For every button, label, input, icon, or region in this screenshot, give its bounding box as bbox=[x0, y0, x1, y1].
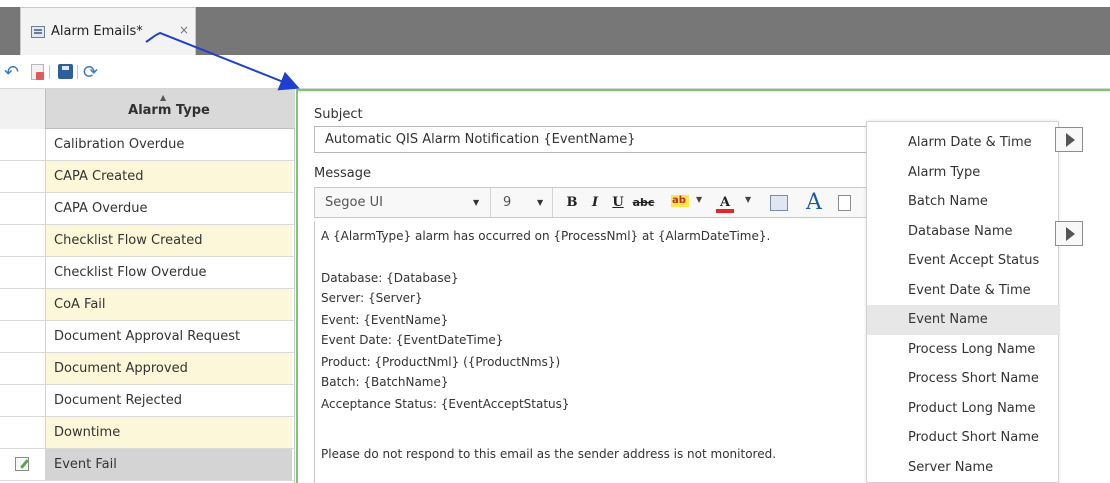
chevron-down-icon[interactable]: ▼ bbox=[745, 195, 751, 204]
table-row[interactable]: CAPA Created bbox=[0, 161, 295, 193]
row-selector[interactable] bbox=[0, 193, 46, 224]
message-label: Message bbox=[314, 166, 371, 181]
table-row[interactable]: Checklist Flow Created bbox=[0, 225, 295, 257]
row-selector-header bbox=[0, 89, 46, 129]
italic-button[interactable]: I bbox=[585, 192, 605, 213]
field-list-item[interactable]: Alarm Date & Time bbox=[867, 128, 1060, 158]
tab-close-button[interactable]: × bbox=[179, 23, 189, 37]
toolbar-separator bbox=[49, 65, 50, 79]
row-selector[interactable] bbox=[0, 321, 46, 352]
toolbar bbox=[0, 55, 1110, 89]
field-list-item[interactable]: Product Long Name bbox=[867, 394, 1060, 424]
message-line: Batch: {BatchName} bbox=[321, 375, 449, 389]
font-color-button[interactable]: A bbox=[715, 192, 735, 213]
formatting-toolbar: Segoe UI ▼ 9 ▼ B I U abc ▼ A ▼ A bbox=[314, 187, 887, 218]
font-size-button[interactable]: A bbox=[802, 189, 826, 216]
tab-alarm-emails[interactable]: Alarm Emails* × bbox=[20, 7, 196, 55]
spell-check-icon[interactable] bbox=[768, 192, 790, 213]
message-line: Product: {ProductNml} ({ProductNms}) bbox=[321, 355, 561, 369]
tab-title: Alarm Emails* bbox=[51, 24, 143, 39]
chevron-down-icon[interactable]: ▼ bbox=[696, 195, 702, 204]
highlight-color-icon[interactable] bbox=[668, 190, 693, 213]
document-icon bbox=[31, 26, 45, 38]
underline-button[interactable]: U bbox=[608, 192, 628, 213]
row-selector[interactable] bbox=[0, 449, 46, 480]
font-size-select[interactable]: 9 bbox=[491, 188, 553, 217]
alarm-type-cell: CAPA Overdue bbox=[46, 193, 292, 224]
alarm-type-cell: Document Approval Request bbox=[46, 321, 292, 352]
insert-field-button[interactable] bbox=[1055, 127, 1083, 152]
row-selector[interactable] bbox=[0, 257, 46, 288]
refresh-icon[interactable] bbox=[83, 63, 101, 81]
field-list-item[interactable]: Alarm Type bbox=[867, 158, 1060, 188]
table-row[interactable]: Event Fail bbox=[0, 449, 295, 481]
message-body[interactable]: A {AlarmType} alarm has occurred on {Pro… bbox=[314, 221, 887, 483]
alarm-type-cell: Downtime bbox=[46, 417, 292, 448]
table-row[interactable]: Document Approval Request bbox=[0, 321, 295, 353]
field-list-item[interactable]: Database Name bbox=[867, 217, 1060, 247]
table-row[interactable]: CoA Fail bbox=[0, 289, 295, 321]
alarm-type-cell: CoA Fail bbox=[46, 289, 292, 320]
field-list-item[interactable]: Process Short Name bbox=[867, 364, 1060, 394]
field-list-item[interactable]: Server Name bbox=[867, 453, 1060, 483]
subject-input[interactable]: Automatic QIS Alarm Notification {EventN… bbox=[314, 126, 884, 153]
field-list-item[interactable]: Event Name bbox=[867, 305, 1060, 335]
row-selector[interactable] bbox=[0, 353, 46, 384]
row-selector[interactable] bbox=[0, 289, 46, 320]
field-list-item[interactable]: Batch Name bbox=[867, 187, 1060, 217]
page-delete-icon[interactable] bbox=[28, 63, 46, 81]
table-row[interactable]: CAPA Overdue bbox=[0, 193, 295, 225]
field-list-item[interactable]: Product Short Name bbox=[867, 423, 1060, 453]
strikethrough-button[interactable]: abc bbox=[631, 192, 656, 213]
alarm-type-grid: ▲ Alarm Type Calibration Overdue CAPA Cre… bbox=[0, 89, 295, 483]
alarm-type-cell: Checklist Flow Overdue bbox=[46, 257, 292, 288]
message-line: A {AlarmType} alarm has occurred on {Pro… bbox=[321, 229, 771, 243]
row-selector[interactable] bbox=[0, 161, 46, 192]
message-line: Please do not respond to this email as t… bbox=[321, 447, 777, 461]
alarm-type-cell: Event Fail bbox=[46, 449, 292, 480]
message-line: Database: {Database} bbox=[321, 271, 459, 285]
message-line: Server: {Server} bbox=[321, 291, 423, 305]
alarm-type-cell: Document Rejected bbox=[46, 385, 292, 416]
table-row[interactable]: Downtime bbox=[0, 417, 295, 449]
table-row[interactable]: Document Approved bbox=[0, 353, 295, 385]
row-selector[interactable] bbox=[0, 129, 46, 160]
row-selector[interactable] bbox=[0, 417, 46, 448]
message-line: Event: {EventName} bbox=[321, 313, 449, 327]
tab-strip: Alarm Emails* × bbox=[0, 0, 1110, 55]
sort-ascending-icon[interactable]: ▲ bbox=[160, 93, 166, 102]
chevron-down-icon[interactable]: ▼ bbox=[537, 198, 543, 207]
insert-field-message-button[interactable] bbox=[1055, 221, 1083, 246]
chevron-down-icon[interactable]: ▼ bbox=[473, 198, 479, 207]
alarm-type-cell: Document Approved bbox=[46, 353, 292, 384]
undo-icon[interactable] bbox=[4, 63, 22, 81]
alarm-type-cell: CAPA Created bbox=[46, 161, 292, 192]
paragraph-icon[interactable] bbox=[837, 193, 851, 214]
alarm-type-cell: Calibration Overdue bbox=[46, 129, 292, 160]
table-row[interactable]: Checklist Flow Overdue bbox=[0, 257, 295, 289]
toolbar-separator bbox=[77, 65, 78, 79]
alarm-emails-window: Alarm Emails* × ▲ Alarm Type Calibration… bbox=[0, 0, 1110, 483]
subject-label: Subject bbox=[314, 107, 363, 122]
save-icon[interactable] bbox=[57, 63, 75, 81]
message-line: Acceptance Status: {EventAcceptStatus} bbox=[321, 397, 570, 411]
edit-row-icon bbox=[15, 457, 29, 471]
field-list-item[interactable]: Process Long Name bbox=[867, 335, 1060, 365]
column-header-alarm-type[interactable]: Alarm Type bbox=[46, 103, 292, 118]
row-selector[interactable] bbox=[0, 225, 46, 256]
table-row[interactable]: Calibration Overdue bbox=[0, 129, 295, 161]
field-list-item[interactable]: Event Accept Status bbox=[867, 246, 1060, 276]
row-selector[interactable] bbox=[0, 385, 46, 416]
table-row[interactable]: Document Rejected bbox=[0, 385, 295, 417]
field-list-item[interactable]: Event Date & Time bbox=[867, 276, 1060, 306]
bold-button[interactable]: B bbox=[562, 192, 582, 213]
grid-header: ▲ Alarm Type bbox=[0, 89, 295, 129]
alarm-type-cell: Checklist Flow Created bbox=[46, 225, 292, 256]
font-name-select[interactable]: Segoe UI bbox=[315, 188, 491, 217]
message-line: Event Date: {EventDateTime} bbox=[321, 333, 504, 347]
field-picker-list: Alarm Date & Time Alarm Type Batch Name Dat… bbox=[866, 121, 1060, 483]
